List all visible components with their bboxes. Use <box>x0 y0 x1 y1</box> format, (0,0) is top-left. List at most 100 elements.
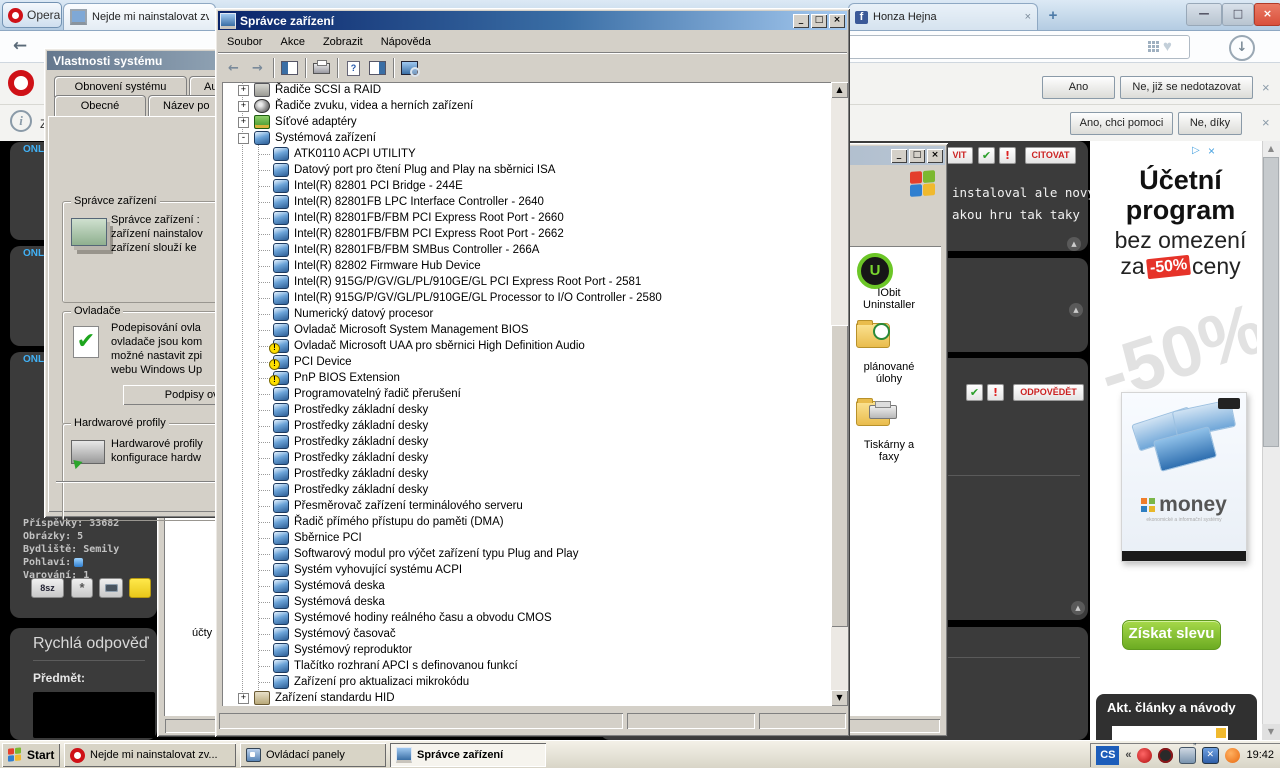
control-panel-item-label[interactable]: účty <box>192 627 212 639</box>
tab-general[interactable]: Obecné <box>54 95 146 117</box>
settings-gear-icon[interactable]: * <box>71 578 93 598</box>
close-button[interactable]: × <box>829 14 845 28</box>
tree-item[interactable]: Intel(R) 82802 Firmware Hub Device <box>222 258 831 274</box>
tree-item[interactable]: Systémový časovač <box>222 626 831 642</box>
icon-label[interactable]: faxy <box>844 451 934 463</box>
notif2-yes-button[interactable]: Ano, chci pomoci <box>1070 112 1173 135</box>
tree-scrollbar[interactable]: ▲ ▼ <box>831 82 848 706</box>
tree-item[interactable]: Systémová deska <box>222 578 831 594</box>
tray-icon-opera[interactable] <box>1158 748 1173 763</box>
opera-menu-button[interactable]: Opera <box>2 2 62 28</box>
scroll-top-icon[interactable]: ▲ <box>1071 601 1085 615</box>
tree-item[interactable]: Intel(R) 82801FB/FBM SMBus Controller - … <box>222 242 831 258</box>
close-button[interactable]: × <box>927 149 943 163</box>
icon-label[interactable]: Tiskárny a <box>844 439 934 451</box>
taskbar-item-opera[interactable]: Nejde mi nainstalovat zv... <box>64 743 236 767</box>
tree-item[interactable]: !PCI Device <box>222 354 831 370</box>
taskbar-item-control-panel[interactable]: Ovládací panely <box>240 743 386 767</box>
print-button[interactable] <box>310 57 333 79</box>
adchoices-icon[interactable]: ▷ <box>1192 145 1200 156</box>
tree-item[interactable]: Prostředky základní desky <box>222 482 831 498</box>
speed-dial-grid-icon[interactable] <box>1148 41 1151 44</box>
icon-label[interactable]: Uninstaller <box>844 299 934 311</box>
tree-item[interactable]: Systémový reproduktor <box>222 642 831 658</box>
ad-cta-button[interactable]: Získat slevu <box>1122 620 1221 650</box>
notif1-yes-button[interactable]: Ano <box>1042 76 1115 99</box>
tray-chevron-icon[interactable]: « <box>1125 749 1131 761</box>
report-button[interactable]: ! <box>999 147 1016 164</box>
scan-hardware-button[interactable] <box>398 57 421 79</box>
tree-item[interactable]: Ovladač Microsoft System Management BIOS <box>222 322 831 338</box>
start-button[interactable]: Start <box>2 743 60 767</box>
scroll-top-icon[interactable]: ▲ <box>1067 237 1081 251</box>
icon-label[interactable]: plánované <box>844 361 934 373</box>
menu-file[interactable]: Soubor <box>218 32 271 52</box>
forward-button[interactable]: → <box>246 57 269 79</box>
tree-item[interactable]: -Systémová zařízení <box>222 130 831 146</box>
tree-item[interactable]: +Řadiče SCSI a RAID <box>222 82 831 98</box>
edit-button[interactable]: VIT <box>946 147 973 164</box>
report-button[interactable]: ! <box>987 384 1004 401</box>
window-maximize-button[interactable]: □ <box>1222 3 1254 26</box>
icon-label[interactable]: úlohy <box>844 373 934 385</box>
tree-item[interactable]: !Ovladač Microsoft UAA pro sběrnici High… <box>222 338 831 354</box>
ad-banner[interactable]: ▷ × Účetní program bez omezení za -50% c… <box>1104 141 1257 691</box>
expand-toggle[interactable]: + <box>238 693 249 704</box>
tree-item[interactable]: Prostředky základní desky <box>222 402 831 418</box>
window-minimize-button[interactable]: — <box>1186 3 1222 26</box>
article-thumbnail[interactable] <box>1112 726 1228 740</box>
scroll-top-icon[interactable]: ▲ <box>1069 303 1083 317</box>
tree-item[interactable]: +Řadiče zvuku, videa a herních zařízení <box>222 98 831 114</box>
tree-item[interactable]: Intel(R) 82801FB/FBM PCI Express Root Po… <box>222 226 831 242</box>
tab-forum-thread[interactable]: Nejde mi nainstalovat zvu <box>63 3 216 30</box>
back-button[interactable]: ← <box>222 57 245 79</box>
menu-action[interactable]: Akce <box>271 32 313 52</box>
notif1-close-icon[interactable]: × <box>1262 80 1270 95</box>
back-button[interactable]: ← <box>8 35 32 57</box>
iobit-uninstaller-icon[interactable]: U <box>857 253 893 289</box>
tree-item[interactable]: Intel(R) 915G/P/GV/GL/PL/910GE/GL PCI Ex… <box>222 274 831 290</box>
tree-item[interactable]: +Zařízení standardu HID <box>222 690 831 706</box>
tree-item[interactable]: Přesměrovač zařízení terminálového serve… <box>222 498 831 514</box>
notif1-no-button[interactable]: Ne, již se nedotazovat <box>1120 76 1253 99</box>
tree-item[interactable]: Prostředky základní desky <box>222 450 831 466</box>
subject-input[interactable] <box>33 692 155 738</box>
tree-item[interactable]: Prostředky základní desky <box>222 466 831 482</box>
minimize-button[interactable]: _ <box>793 14 809 28</box>
tree-item[interactable]: Programovatelný řadič přerušení <box>222 386 831 402</box>
expand-toggle[interactable]: + <box>238 117 249 128</box>
approve-button[interactable]: ✔ <box>978 147 995 164</box>
tray-icon-antivirus[interactable] <box>1225 748 1240 763</box>
scrollbar-up-icon[interactable]: ▲ <box>1262 141 1280 157</box>
tree-item[interactable]: Intel(R) 82801FB/FBM PCI Express Root Po… <box>222 210 831 226</box>
menu-help[interactable]: Nápověda <box>372 32 440 52</box>
device-manager-titlebar[interactable]: Správce zařízení _ □ × <box>218 11 847 30</box>
scrollbar-down-icon[interactable]: ▼ <box>831 690 848 706</box>
scrollbar-up-icon[interactable]: ▲ <box>831 82 848 98</box>
expand-toggle[interactable]: + <box>238 101 249 112</box>
tree-item[interactable]: Systémové hodiny reálného času a obvodu … <box>222 610 831 626</box>
tree-item[interactable]: Prostředky základní desky <box>222 434 831 450</box>
tree-item[interactable]: Numerický datový procesor <box>222 306 831 322</box>
tree-item[interactable]: Intel(R) 915G/P/GV/GL/PL/910GE/GL Proces… <box>222 290 831 306</box>
scrollbar-down-icon[interactable]: ▼ <box>1262 724 1280 740</box>
window-close-button[interactable]: × <box>1254 3 1280 26</box>
tab-facebook[interactable]: f Honza Hejna × <box>848 3 1038 30</box>
show-hide-pane-button[interactable] <box>366 57 389 79</box>
downloads-button[interactable]: ↓ <box>1229 35 1255 61</box>
expand-toggle[interactable]: - <box>238 133 249 144</box>
private-message-button[interactable]: 8sz <box>31 578 64 598</box>
camera-button[interactable] <box>99 578 123 598</box>
new-tab-button[interactable]: + <box>1042 7 1064 25</box>
tree-item[interactable]: Řadič přímého přístupu do paměti (DMA) <box>222 514 831 530</box>
tree-item[interactable]: Zařízení pro aktualizaci mikrokódu <box>222 674 831 690</box>
tree-item[interactable]: +Síťové adaptéry <box>222 114 831 130</box>
notif2-close-icon[interactable]: × <box>1262 115 1270 130</box>
scrollbar-thumb[interactable] <box>1263 157 1279 447</box>
tree-item[interactable]: Sběrnice PCI <box>222 530 831 546</box>
taskbar-item-device-manager[interactable]: Správce zařízení <box>390 743 546 767</box>
minimize-button[interactable]: _ <box>891 149 907 163</box>
maximize-button[interactable]: □ <box>811 14 827 28</box>
tree-item[interactable]: Datový port pro čtení Plug and Play na s… <box>222 162 831 178</box>
tree-item[interactable]: ATK0110 ACPI UTILITY <box>222 146 831 162</box>
